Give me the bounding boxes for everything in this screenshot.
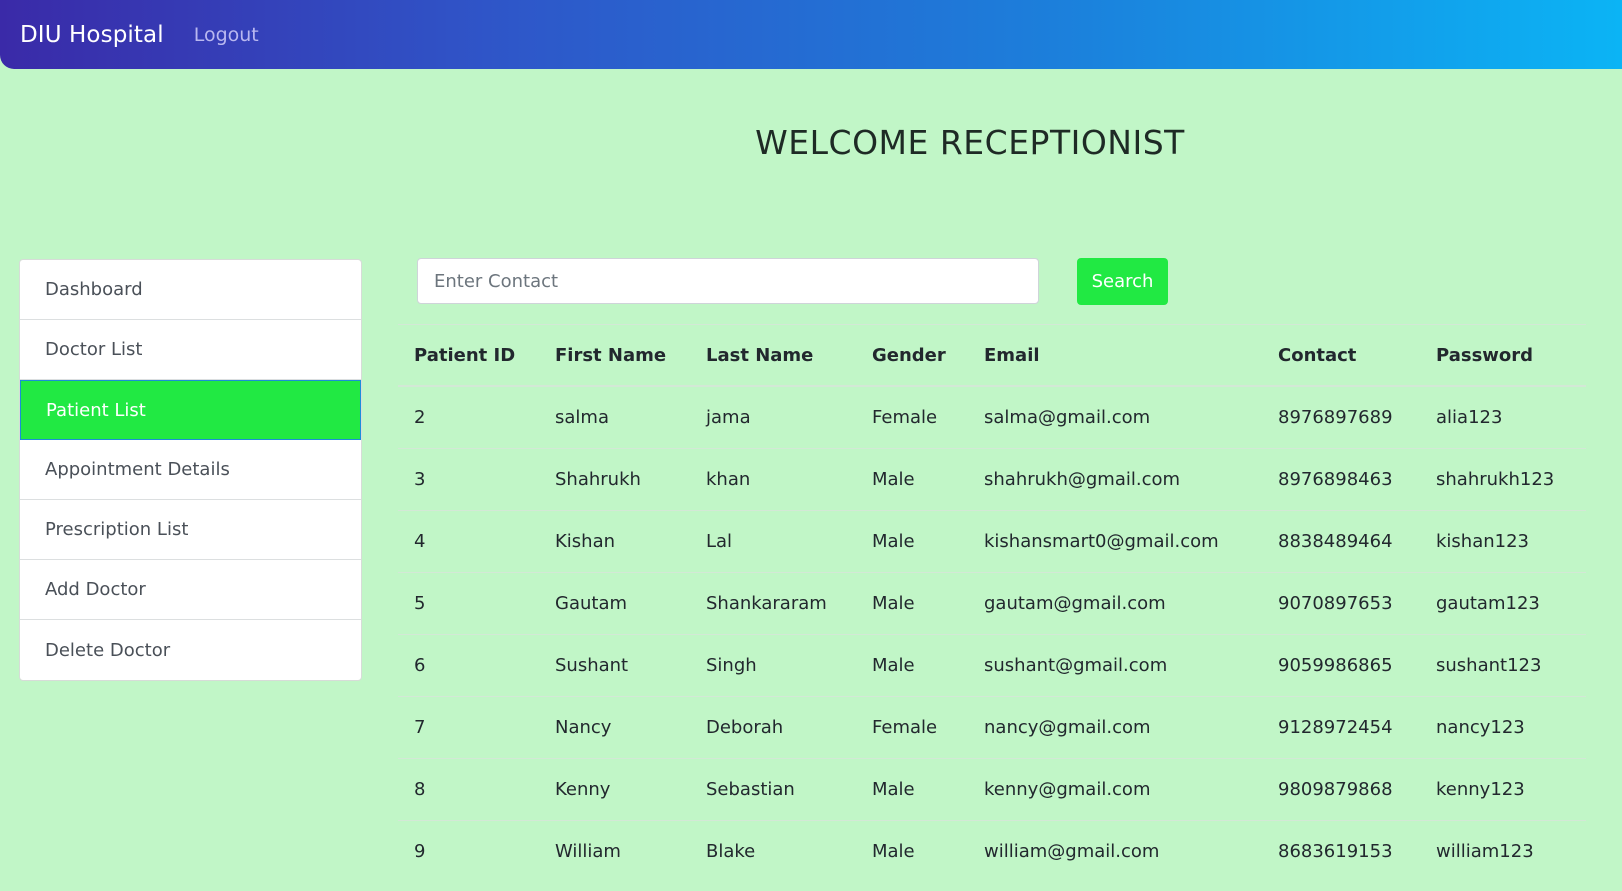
brand-logo-text[interactable]: DIU Hospital (20, 22, 164, 48)
top-navbar: DIU Hospital Logout (0, 0, 1622, 69)
cell-patient-id: 9 (398, 820, 539, 882)
cell-gender: Male (856, 758, 968, 821)
sidebar-item-label: Dashboard (45, 279, 143, 300)
cell-password: sushant123 (1420, 634, 1586, 697)
cell-first-name: Kishan (539, 510, 690, 573)
cell-contact: 9128972454 (1262, 696, 1420, 759)
cell-last-name: jama (690, 385, 856, 449)
cell-patient-id: 2 (398, 385, 539, 449)
cell-email: shahrukh@gmail.com (968, 448, 1262, 511)
cell-patient-id: 5 (398, 572, 539, 635)
cell-email: kenny@gmail.com (968, 758, 1262, 821)
cell-password: shahrukh123 (1420, 448, 1586, 511)
page-title: WELCOME RECEPTIONIST (755, 123, 1185, 162)
sidebar-item-appointment-details[interactable]: Appointment Details (20, 440, 361, 500)
cell-last-name: Shankararam (690, 572, 856, 635)
table-row: 8 Kenny Sebastian Male kenny@gmail.com 9… (398, 758, 1586, 821)
cell-first-name: William (539, 820, 690, 882)
cell-password: gautam123 (1420, 572, 1586, 635)
column-header-password: Password (1420, 324, 1586, 387)
cell-contact: 9070897653 (1262, 572, 1420, 635)
sidebar-item-doctor-list[interactable]: Doctor List (20, 320, 361, 380)
table-row: 4 Kishan Lal Male kishansmart0@gmail.com… (398, 510, 1586, 573)
cell-email: sushant@gmail.com (968, 634, 1262, 697)
cell-last-name: Deborah (690, 696, 856, 759)
cell-contact: 9059986865 (1262, 634, 1420, 697)
patient-table: Patient ID First Name Last Name Gender E… (398, 324, 1586, 882)
cell-contact: 8683619153 (1262, 820, 1420, 882)
cell-first-name: Nancy (539, 696, 690, 759)
table-row: 2 salma jama Female salma@gmail.com 8976… (398, 385, 1586, 449)
cell-email: william@gmail.com (968, 820, 1262, 882)
sidebar-item-label: Doctor List (45, 339, 143, 360)
cell-gender: Female (856, 385, 968, 449)
cell-password: kishan123 (1420, 510, 1586, 573)
cell-patient-id: 4 (398, 510, 539, 573)
cell-gender: Male (856, 820, 968, 882)
sidebar-item-label: Add Doctor (45, 579, 146, 600)
cell-first-name: Sushant (539, 634, 690, 697)
cell-first-name: Shahrukh (539, 448, 690, 511)
table-row: 7 Nancy Deborah Female nancy@gmail.com 9… (398, 696, 1586, 759)
table-row: 9 William Blake Male william@gmail.com 8… (398, 820, 1586, 882)
cell-email: kishansmart0@gmail.com (968, 510, 1262, 573)
cell-password: alia123 (1420, 385, 1586, 449)
cell-gender: Male (856, 634, 968, 697)
column-header-gender: Gender (856, 324, 968, 387)
table-row: 5 Gautam Shankararam Male gautam@gmail.c… (398, 572, 1586, 635)
cell-first-name: Gautam (539, 572, 690, 635)
sidebar-item-dashboard[interactable]: Dashboard (20, 260, 361, 320)
patient-table-body: 2 salma jama Female salma@gmail.com 8976… (398, 385, 1586, 882)
cell-first-name: Kenny (539, 758, 690, 821)
contact-search-input[interactable] (417, 258, 1039, 304)
cell-gender: Male (856, 572, 968, 635)
table-header-row: Patient ID First Name Last Name Gender E… (398, 324, 1586, 387)
cell-contact: 8976897689 (1262, 385, 1420, 449)
cell-last-name: Sebastian (690, 758, 856, 821)
sidebar-menu: Dashboard Doctor List Patient List Appoi… (19, 259, 362, 681)
cell-gender: Male (856, 510, 968, 573)
cell-gender: Female (856, 696, 968, 759)
search-button[interactable]: Search (1077, 258, 1168, 305)
sidebar-item-prescription-list[interactable]: Prescription List (20, 500, 361, 560)
cell-last-name: Lal (690, 510, 856, 573)
cell-contact: 8838489464 (1262, 510, 1420, 573)
cell-last-name: Blake (690, 820, 856, 882)
cell-password: william123 (1420, 820, 1586, 882)
sidebar-item-add-doctor[interactable]: Add Doctor (20, 560, 361, 620)
column-header-first-name: First Name (539, 324, 690, 387)
sidebar-item-label: Patient List (46, 399, 146, 421)
table-row: 3 Shahrukh khan Male shahrukh@gmail.com … (398, 448, 1586, 511)
column-header-email: Email (968, 324, 1262, 387)
sidebar-item-patient-list[interactable]: Patient List (20, 380, 361, 440)
cell-contact: 8976898463 (1262, 448, 1420, 511)
cell-patient-id: 6 (398, 634, 539, 697)
cell-last-name: Singh (690, 634, 856, 697)
cell-gender: Male (856, 448, 968, 511)
logout-link[interactable]: Logout (194, 24, 259, 46)
cell-last-name: khan (690, 448, 856, 511)
sidebar-item-label: Prescription List (45, 519, 189, 540)
cell-email: nancy@gmail.com (968, 696, 1262, 759)
cell-contact: 9809879868 (1262, 758, 1420, 821)
cell-email: gautam@gmail.com (968, 572, 1262, 635)
cell-patient-id: 7 (398, 696, 539, 759)
column-header-patient-id: Patient ID (398, 324, 539, 387)
cell-patient-id: 3 (398, 448, 539, 511)
cell-patient-id: 8 (398, 758, 539, 821)
column-header-last-name: Last Name (690, 324, 856, 387)
sidebar-item-label: Appointment Details (45, 459, 230, 480)
sidebar-item-label: Delete Doctor (45, 639, 171, 661)
cell-password: kenny123 (1420, 758, 1586, 821)
cell-first-name: salma (539, 385, 690, 449)
sidebar-item-delete-doctor[interactable]: Delete Doctor (20, 620, 361, 680)
cell-email: salma@gmail.com (968, 385, 1262, 449)
cell-password: nancy123 (1420, 696, 1586, 759)
table-row: 6 Sushant Singh Male sushant@gmail.com 9… (398, 634, 1586, 697)
column-header-contact: Contact (1262, 324, 1420, 387)
